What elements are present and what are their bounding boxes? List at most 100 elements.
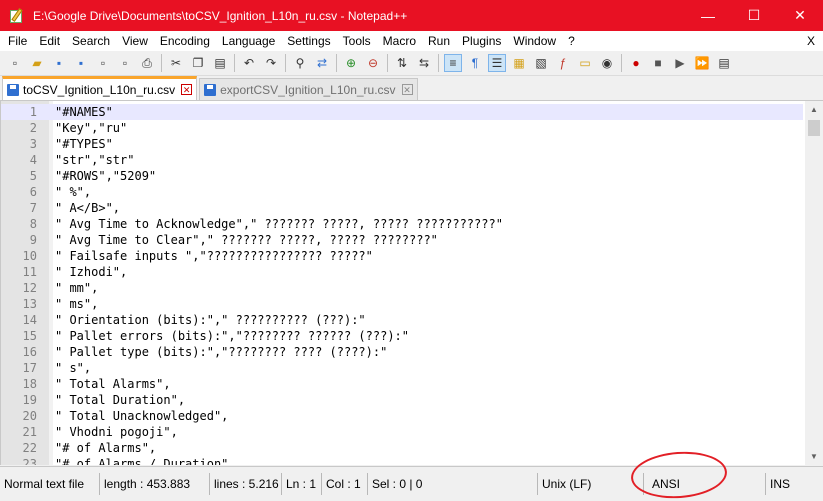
- editor-line[interactable]: 21 " Vhodni pogoji",: [1, 424, 803, 440]
- window-controls: — ☐ ✕: [685, 0, 823, 31]
- menu-language[interactable]: Language: [216, 31, 281, 51]
- line-text: " mm",: [55, 281, 99, 295]
- open-file-icon[interactable]: ▰: [28, 54, 46, 72]
- show-all-chars-icon[interactable]: ¶: [466, 54, 484, 72]
- line-text: "str","str": [55, 153, 135, 167]
- menu-run[interactable]: Run: [422, 31, 456, 51]
- close-file-icon[interactable]: ▫: [94, 54, 112, 72]
- zoom-out-icon[interactable]: ⊖: [364, 54, 382, 72]
- save-icon[interactable]: ▪: [50, 54, 68, 72]
- line-number: 19: [22, 393, 37, 407]
- window-title: E:\Google Drive\Documents\toCSV_Ignition…: [33, 8, 408, 23]
- menu-help[interactable]: ?: [562, 31, 581, 51]
- editor-line[interactable]: 12 " mm",: [1, 280, 803, 296]
- line-text: "# of Alarms",: [55, 441, 157, 455]
- toolbar-separator: [161, 54, 162, 72]
- document-map-icon[interactable]: ▧: [532, 54, 550, 72]
- scroll-up-icon[interactable]: ▲: [805, 101, 823, 118]
- monitor-icon[interactable]: ◉: [598, 54, 616, 72]
- line-text: " Total Duration",: [55, 393, 186, 407]
- editor-line[interactable]: 9 " Avg Time to Clear"," ??????? ?????, ?…: [1, 232, 803, 248]
- line-number: 16: [22, 345, 37, 359]
- close-button[interactable]: ✕: [777, 0, 823, 31]
- cut-icon[interactable]: ✂: [167, 54, 185, 72]
- editor-line[interactable]: 3 "#TYPES": [1, 136, 803, 152]
- run-macro-multiple-icon[interactable]: ⏩: [693, 54, 711, 72]
- toolbar-separator: [387, 54, 388, 72]
- editor-line[interactable]: 11 " Izhodi",: [1, 264, 803, 280]
- line-text: "#ROWS","5209": [55, 169, 157, 183]
- menu-encoding[interactable]: Encoding: [154, 31, 216, 51]
- menu-plugins[interactable]: Plugins: [456, 31, 507, 51]
- menu-file[interactable]: File: [2, 31, 33, 51]
- line-text: " Pallet type (bits):","???????? ???? (?…: [55, 345, 388, 359]
- new-file-icon[interactable]: ▫: [6, 54, 24, 72]
- play-macro-icon[interactable]: ▶: [671, 54, 689, 72]
- editor-line[interactable]: 2 "Key","ru": [1, 120, 803, 136]
- editor-line[interactable]: 4 "str","str": [1, 152, 803, 168]
- replace-icon[interactable]: ⇄: [313, 54, 331, 72]
- editor-line[interactable]: 18 " Total Alarms",: [1, 376, 803, 392]
- editor-line[interactable]: 16 " Pallet type (bits):","???????? ???? …: [1, 344, 803, 360]
- editor-line[interactable]: 15 " Pallet errors (bits):","???????? ???…: [1, 328, 803, 344]
- menu-view[interactable]: View: [116, 31, 154, 51]
- line-number: 18: [22, 377, 37, 391]
- scroll-thumb[interactable]: [808, 120, 820, 136]
- toolbar-separator: [438, 54, 439, 72]
- title-bar[interactable]: E:\Google Drive\Documents\toCSV_Ignition…: [0, 0, 823, 31]
- editor-line[interactable]: 5 "#ROWS","5209": [1, 168, 803, 184]
- toolbar-separator: [234, 54, 235, 72]
- menu-settings[interactable]: Settings: [281, 31, 336, 51]
- editor-line[interactable]: 20 " Total Unacknowledged",: [1, 408, 803, 424]
- scroll-down-icon[interactable]: ▼: [805, 448, 823, 465]
- save-macro-icon[interactable]: ▤: [715, 54, 733, 72]
- editor-line[interactable]: 8 " Avg Time to Acknowledge"," ??????? ??…: [1, 216, 803, 232]
- editor-line[interactable]: 7 " A</B>",: [1, 200, 803, 216]
- editor-line[interactable]: 10 " Failsafe inputs ","???????????????? …: [1, 248, 803, 264]
- menu-search[interactable]: Search: [66, 31, 116, 51]
- stop-recording-icon[interactable]: ■: [649, 54, 667, 72]
- minimize-button[interactable]: —: [685, 0, 731, 31]
- find-icon[interactable]: ⚲: [291, 54, 309, 72]
- close-document-button[interactable]: X: [807, 34, 823, 48]
- vertical-scrollbar[interactable]: ▲ ▼: [805, 101, 823, 465]
- editor-line[interactable]: 6 " %",: [1, 184, 803, 200]
- indent-guide-icon[interactable]: ☰: [488, 54, 506, 72]
- sync-vertical-icon[interactable]: ⇅: [393, 54, 411, 72]
- maximize-button[interactable]: ☐: [731, 0, 777, 31]
- menu-edit[interactable]: Edit: [33, 31, 66, 51]
- paste-icon[interactable]: ▤: [211, 54, 229, 72]
- folder-as-workspace-icon[interactable]: ▭: [576, 54, 594, 72]
- line-text: " Avg Time to Acknowledge"," ??????? ???…: [55, 217, 503, 231]
- save-all-icon[interactable]: ▪: [72, 54, 90, 72]
- user-defined-language-icon[interactable]: ▦: [510, 54, 528, 72]
- menu-tools[interactable]: Tools: [337, 31, 377, 51]
- undo-icon[interactable]: ↶: [240, 54, 258, 72]
- tab-tocsv-file[interactable]: toCSV_Ignition_L10n_ru.csv ✕: [2, 76, 198, 100]
- sync-horizontal-icon[interactable]: ⇆: [415, 54, 433, 72]
- line-number: 7: [29, 201, 37, 215]
- status-insert-mode[interactable]: INS: [766, 473, 816, 495]
- tab-close-icon[interactable]: ✕: [401, 84, 413, 95]
- editor-line[interactable]: 1 "#NAMES": [1, 104, 803, 120]
- redo-icon[interactable]: ↷: [262, 54, 280, 72]
- function-list-icon[interactable]: ƒ: [554, 54, 572, 72]
- line-number: 22: [22, 441, 37, 455]
- tab-close-icon[interactable]: ✕: [181, 84, 193, 95]
- tab-exportcsv-file[interactable]: exportCSV_Ignition_L10n_ru.csv ✕: [199, 78, 418, 100]
- record-macro-icon[interactable]: ●: [627, 54, 645, 72]
- close-all-icon[interactable]: ▫: [116, 54, 134, 72]
- menu-window[interactable]: Window: [507, 31, 562, 51]
- editor-line[interactable]: 17 " s",: [1, 360, 803, 376]
- menu-macro[interactable]: Macro: [377, 31, 422, 51]
- print-icon[interactable]: ⎙: [138, 54, 156, 72]
- copy-icon[interactable]: ❐: [189, 54, 207, 72]
- status-eol[interactable]: Unix (LF): [538, 472, 644, 495]
- editor-line[interactable]: 13 " ms",: [1, 296, 803, 312]
- zoom-in-icon[interactable]: ⊕: [342, 54, 360, 72]
- text-editor[interactable]: 1 "#NAMES" 2 "Key","ru" 3 "#TYPES" 4 "str","…: [0, 101, 823, 465]
- word-wrap-icon[interactable]: ≡: [444, 54, 462, 72]
- line-number: 21: [22, 425, 37, 439]
- editor-line[interactable]: 14 " Orientation (bits):"," ?????????? (?…: [1, 312, 803, 328]
- editor-line[interactable]: 19 " Total Duration",: [1, 392, 803, 408]
